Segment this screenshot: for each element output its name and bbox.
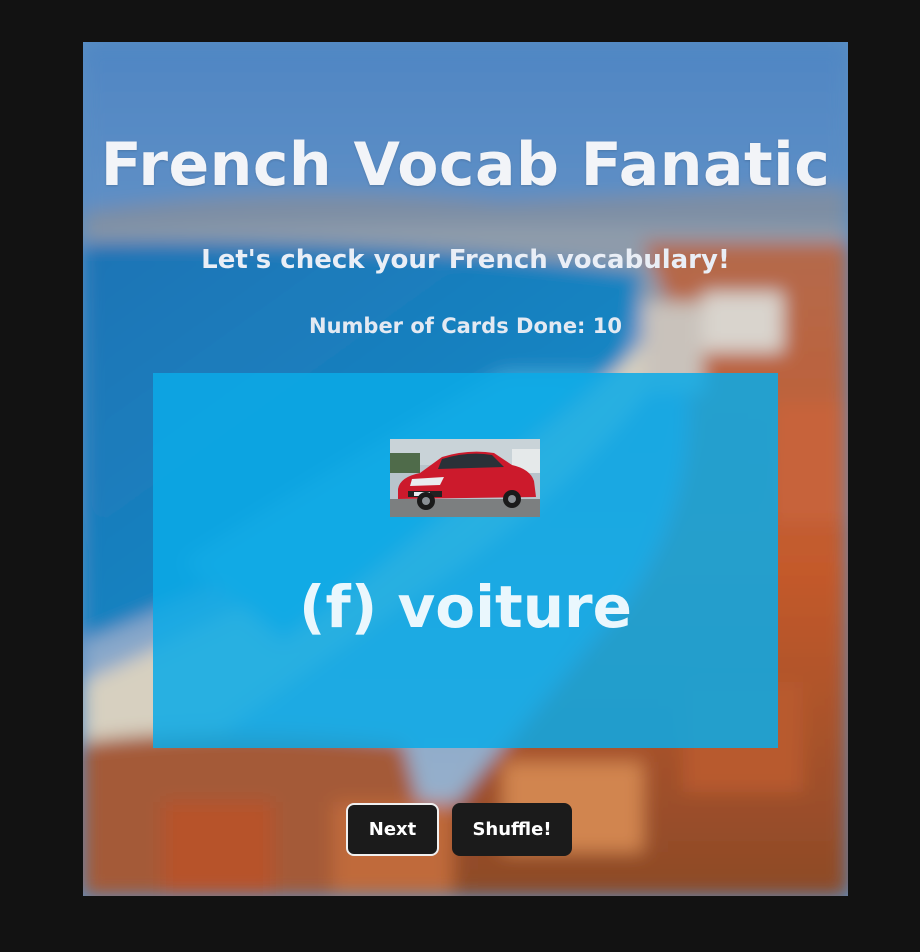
app-container: French Vocab Fanatic Let's check your Fr… — [83, 42, 848, 896]
flashcard[interactable]: (f) voiture — [153, 373, 778, 748]
flashcard-word: (f) voiture — [299, 573, 632, 641]
page-subtitle: Let's check your French vocabulary! — [201, 245, 730, 275]
red-car-photo-icon — [390, 439, 540, 517]
next-button[interactable]: Next — [346, 803, 439, 856]
card-controls: Next Shuffle! — [83, 803, 848, 856]
page-title: French Vocab Fanatic — [100, 130, 831, 200]
cards-done-counter: Number of Cards Done: 10 — [309, 314, 622, 338]
shuffle-button[interactable]: Shuffle! — [452, 803, 572, 856]
